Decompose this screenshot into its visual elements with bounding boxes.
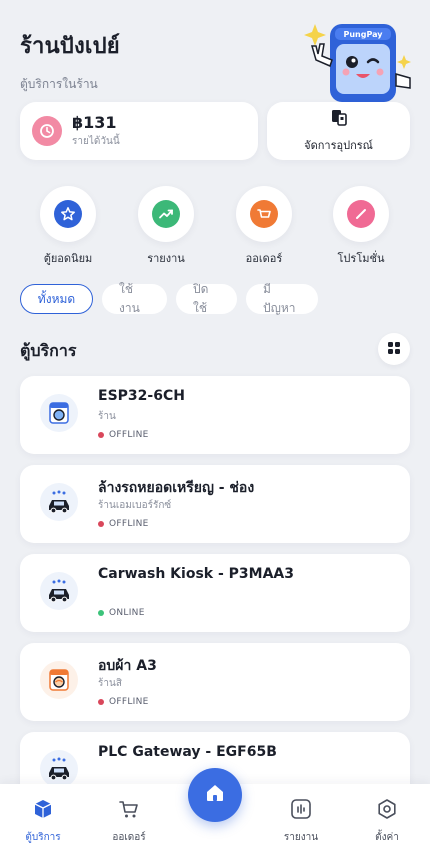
nav-orders[interactable]: ออเดอร์ xyxy=(97,798,161,845)
device-list: ESP32-6CH ร้าน OFFLINE ล้างรถหยอดเหรียญ … xyxy=(20,376,410,821)
nav-reports[interactable]: รายงาน xyxy=(269,798,333,845)
quick-action-label: โปรโมชั่น xyxy=(337,252,385,265)
quick-action-promotions[interactable]: โปรโมชั่น xyxy=(317,186,405,267)
status-badge: OFFLINE xyxy=(98,430,149,440)
quick-action-label: รายงาน xyxy=(147,252,185,265)
device-name: ล้างรถหยอดเหรียญ - ช่อง xyxy=(98,480,255,496)
device-card[interactable]: อบผ้า A3 ร้านสิ OFFLINE xyxy=(20,643,410,721)
manage-devices-button[interactable]: จัดการอุปกรณ์ xyxy=(267,102,410,160)
cube-icon xyxy=(32,798,54,824)
status-text: OFFLINE xyxy=(109,430,149,440)
nav-machines[interactable]: ตู้บริการ xyxy=(11,798,75,845)
cart-icon xyxy=(118,798,140,824)
devices-icon xyxy=(330,108,348,130)
quick-action-orders[interactable]: ออเดอร์ xyxy=(220,186,308,267)
quick-action-label: ตู้ยอดนิยม xyxy=(43,252,93,265)
car-wash-icon xyxy=(40,572,78,610)
washing-machine-icon xyxy=(40,394,78,432)
star-icon xyxy=(54,200,82,228)
manage-devices-label: จัดการอุปกรณ์ xyxy=(304,139,373,152)
filter-problem[interactable]: มีปัญหา xyxy=(246,282,318,315)
quick-action-label: ออเดอร์ xyxy=(245,252,283,265)
car-wash-icon xyxy=(40,750,78,788)
status-dot xyxy=(98,699,104,705)
dryer-icon xyxy=(40,661,78,699)
status-text: OFFLINE xyxy=(109,697,149,707)
nav-settings[interactable]: ตั้งค่า xyxy=(355,798,419,845)
grid-view-button[interactable] xyxy=(378,333,410,365)
shop-title: ร้านปังเปย์ xyxy=(20,34,120,59)
filter-chips: ทั้งหมด ใช้งาน ปิดใช้ มีปัญหา xyxy=(20,282,318,315)
pungpay-mascot: PungPay xyxy=(298,18,420,108)
status-badge: ONLINE xyxy=(98,608,145,618)
device-name: อบผ้า A3 xyxy=(98,658,157,674)
nav-machines-label: ตู้บริการ xyxy=(25,832,61,843)
status-badge: OFFLINE xyxy=(98,697,149,707)
nav-settings-label: ตั้งค่า xyxy=(375,832,399,843)
mascot-brand-label: PungPay xyxy=(344,30,384,39)
trend-up-icon xyxy=(152,200,180,228)
filter-all[interactable]: ทั้งหมด xyxy=(20,284,93,314)
home-button[interactable] xyxy=(188,768,242,822)
basket-icon xyxy=(250,200,278,228)
page-header: ร้านปังเปย์ ตู้บริการในร้าน xyxy=(20,28,120,94)
revenue-label: รายได้วันนี้ xyxy=(72,136,120,147)
status-dot xyxy=(98,521,104,527)
filter-disabled[interactable]: ปิดใช้ xyxy=(176,282,237,315)
grid-icon xyxy=(387,340,401,359)
device-location: ร้านสิ xyxy=(98,678,122,689)
status-dot xyxy=(98,610,104,616)
gear-icon xyxy=(376,798,398,824)
device-name: Carwash Kiosk - P3MAA3 xyxy=(98,566,294,582)
status-dot xyxy=(98,432,104,438)
quick-action-reports[interactable]: รายงาน xyxy=(122,186,210,267)
revenue-amount: ฿131 xyxy=(72,113,117,132)
nav-orders-label: ออเดอร์ xyxy=(112,832,146,843)
filter-active[interactable]: ใช้งาน xyxy=(102,282,167,315)
quick-action-popular[interactable]: ตู้ยอดนิยม xyxy=(24,186,112,267)
device-name: PLC Gateway - EGF65B xyxy=(98,744,277,760)
car-wash-icon xyxy=(40,483,78,521)
revenue-card[interactable]: ฿131 รายได้วันนี้ xyxy=(20,102,258,160)
clock-icon xyxy=(32,116,62,146)
device-card[interactable]: Carwash Kiosk - P3MAA3 ONLINE xyxy=(20,554,410,632)
status-badge: OFFLINE xyxy=(98,519,149,529)
device-location: ร้าน xyxy=(98,411,116,422)
home-icon xyxy=(203,781,227,809)
report-icon xyxy=(290,798,312,824)
status-text: OFFLINE xyxy=(109,519,149,529)
section-title: ตู้บริการ xyxy=(20,341,77,360)
status-text: ONLINE xyxy=(109,608,145,618)
shop-subtitle: ตู้บริการในร้าน xyxy=(20,77,98,91)
device-card[interactable]: ล้างรถหยอดเหรียญ - ช่อง ร้านเอมเบอร์รักซ… xyxy=(20,465,410,543)
device-location: ร้านเอมเบอร์รักซ์ xyxy=(98,500,172,511)
device-card[interactable]: ESP32-6CH ร้าน OFFLINE xyxy=(20,376,410,454)
device-name: ESP32-6CH xyxy=(98,388,185,404)
pencil-icon xyxy=(347,200,375,228)
nav-reports-label: รายงาน xyxy=(283,832,319,843)
